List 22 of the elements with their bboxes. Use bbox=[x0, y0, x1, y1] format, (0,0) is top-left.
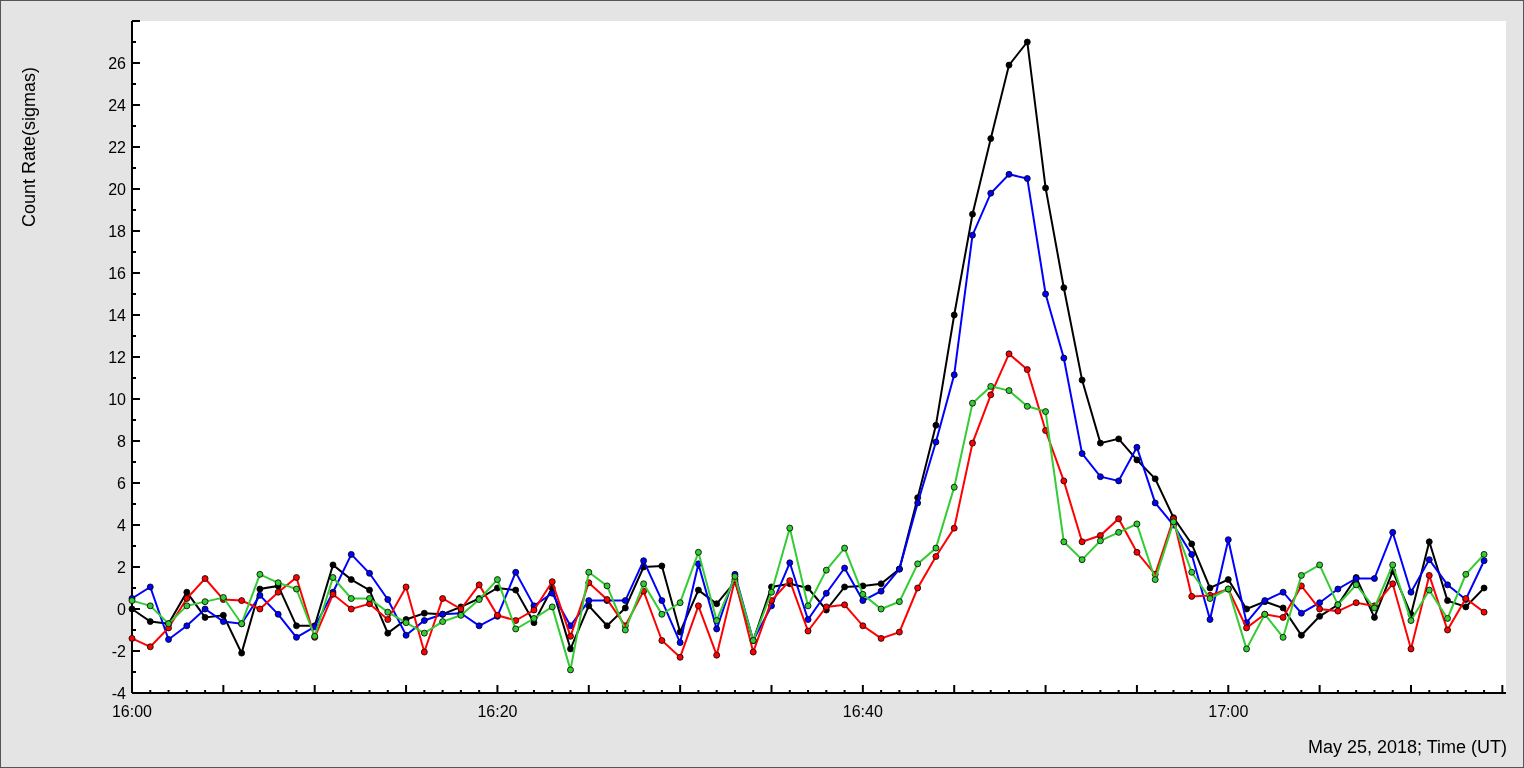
y-tick-label: 18 bbox=[108, 223, 126, 240]
x-tick-label: 17:00 bbox=[1208, 703, 1249, 720]
y-tick-label: 24 bbox=[108, 97, 126, 114]
y-tick-label: 6 bbox=[117, 475, 126, 492]
x-tick-label: 16:40 bbox=[842, 703, 883, 720]
y-tick-label: -4 bbox=[111, 685, 126, 702]
y-tick-label: 20 bbox=[108, 181, 126, 198]
y-tick-label: 12 bbox=[108, 349, 126, 366]
y-tick-label: 22 bbox=[108, 139, 126, 156]
x-tick-label: 16:00 bbox=[112, 703, 152, 720]
y-tick-label: 16 bbox=[108, 265, 126, 282]
y-tick-label: 14 bbox=[108, 307, 126, 324]
y-tick-label: 2 bbox=[117, 559, 126, 576]
y-tick-label: 26 bbox=[108, 55, 126, 72]
y-axis-title: Count Rate(sigmas) bbox=[19, 66, 39, 228]
y-tick-label: 4 bbox=[117, 517, 126, 534]
x-axis-title: May 25, 2018; Time (UT) bbox=[1307, 737, 1507, 757]
y-tick-label: 8 bbox=[117, 433, 126, 450]
y-tick-label: 0 bbox=[117, 601, 126, 618]
y-tick-label: 10 bbox=[108, 391, 126, 408]
x-tick-label: 16:20 bbox=[477, 703, 518, 720]
y-tick-label: -2 bbox=[111, 643, 126, 660]
